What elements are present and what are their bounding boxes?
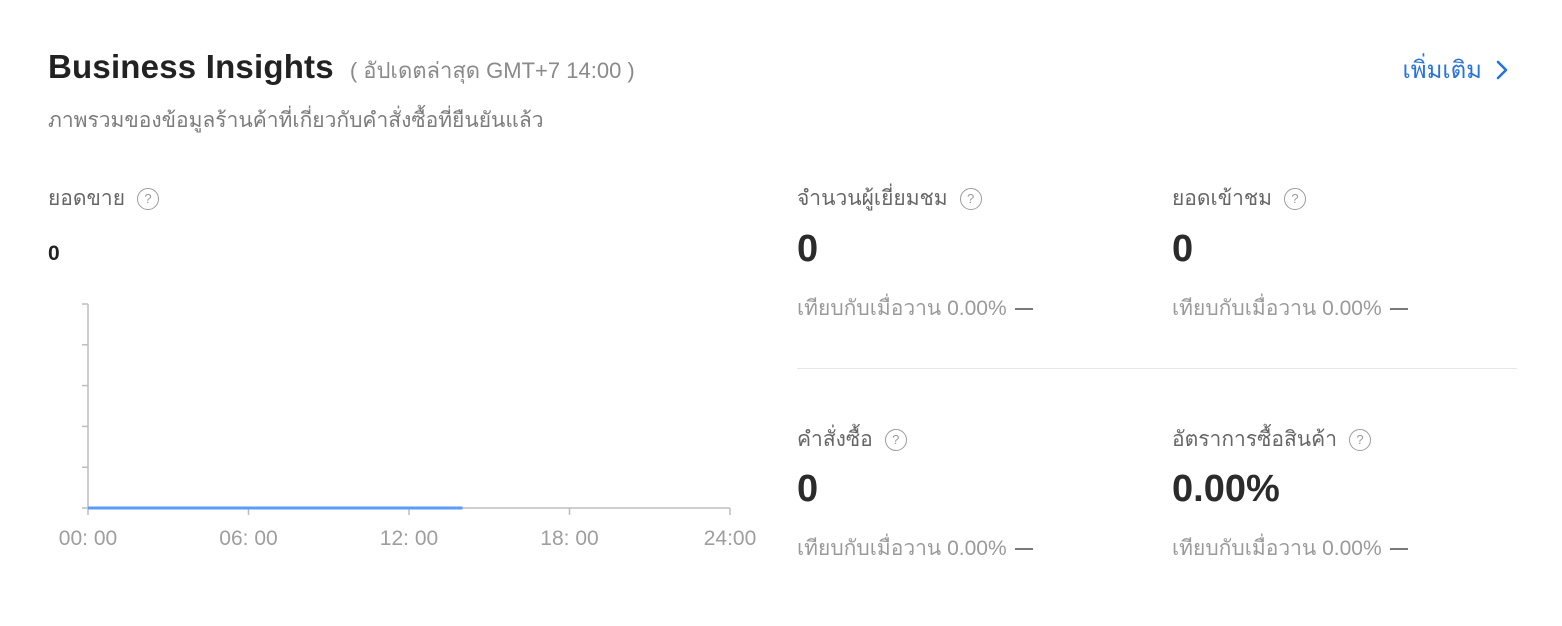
no-change-dash-icon: [1014, 307, 1033, 310]
page-subtitle: ภาพรวมของข้อมูลร้านค้าที่เกี่ยวกับคำสั่ง…: [48, 109, 544, 132]
visitors-compare-text: เทียบกับเมื่อวาน 0.00%: [797, 297, 1007, 320]
conversion-value: 0.00%: [1172, 468, 1280, 510]
visitors-label-row: จำนวนผู้เยี่ยมชม ?: [797, 182, 982, 215]
conversion-compare-text: เทียบกับเมื่อวาน 0.00%: [1172, 537, 1382, 560]
pageviews-label: ยอดเข้าชม: [1172, 187, 1272, 210]
visitors-label: จำนวนผู้เยี่ยมชม: [797, 187, 948, 210]
orders-compare: เทียบกับเมื่อวาน 0.00%: [797, 532, 1033, 565]
no-change-dash-icon: [1389, 307, 1408, 310]
visitors-value: 0: [797, 228, 819, 270]
chevron-right-icon: [1496, 60, 1508, 79]
chart-axes: [82, 303, 731, 515]
header: Business Insights ( อัปเดตล่าสุด GMT+7 1…: [48, 48, 635, 88]
sales-label-row: ยอดขาย ?: [48, 182, 160, 215]
pageviews-compare: เทียบกับเมื่อวาน 0.00%: [1172, 292, 1408, 325]
sales-chart: 00: 00 06: 00 12: 00 18: 00 24:00: [59, 303, 756, 550]
chart-x-tick-label: 12: 00: [380, 527, 438, 550]
sales-value: 0: [48, 242, 60, 265]
help-icon[interactable]: ?: [137, 187, 160, 210]
conversion-label-row: อัตราการซื้อสินค้า ?: [1172, 423, 1371, 456]
help-icon[interactable]: ?: [884, 428, 907, 451]
help-icon[interactable]: ?: [959, 187, 982, 210]
chart-x-ticks: 00: 00 06: 00 12: 00 18: 00 24:00: [59, 527, 756, 550]
orders-label: คำสั่งซื้อ: [797, 428, 873, 451]
more-link-label: เพิ่มเติม: [1402, 57, 1482, 84]
pageviews-label-row: ยอดเข้าชม ?: [1172, 182, 1306, 215]
pageviews-compare-text: เทียบกับเมื่อวาน 0.00%: [1172, 297, 1382, 320]
metrics-divider: [797, 368, 1517, 369]
no-change-dash-icon: [1389, 547, 1408, 550]
sales-label: ยอดขาย: [48, 187, 126, 210]
conversion-compare: เทียบกับเมื่อวาน 0.00%: [1172, 532, 1408, 565]
orders-label-row: คำสั่งซื้อ ?: [797, 423, 907, 456]
conversion-label: อัตราการซื้อสินค้า: [1172, 428, 1337, 451]
visitors-compare: เทียบกับเมื่อวาน 0.00%: [797, 292, 1033, 325]
orders-compare-text: เทียบกับเมื่อวาน 0.00%: [797, 537, 1007, 560]
last-updated-text: ( อัปเดตล่าสุด GMT+7 14:00 ): [349, 58, 635, 83]
chart-x-tick-label: 06: 00: [219, 527, 277, 550]
help-icon[interactable]: ?: [1349, 428, 1371, 451]
pageviews-value: 0: [1172, 228, 1194, 270]
chart-x-tick-label: 18: 00: [540, 527, 598, 550]
no-change-dash-icon: [1014, 547, 1033, 550]
chart-x-tick-label: 24:00: [704, 527, 757, 550]
more-link[interactable]: เพิ่มเติม: [1403, 50, 1508, 89]
chart-x-tick-label: 00: 00: [59, 527, 117, 550]
orders-value: 0: [797, 468, 819, 510]
help-icon[interactable]: ?: [1283, 187, 1306, 210]
page-title: Business Insights: [48, 48, 334, 85]
